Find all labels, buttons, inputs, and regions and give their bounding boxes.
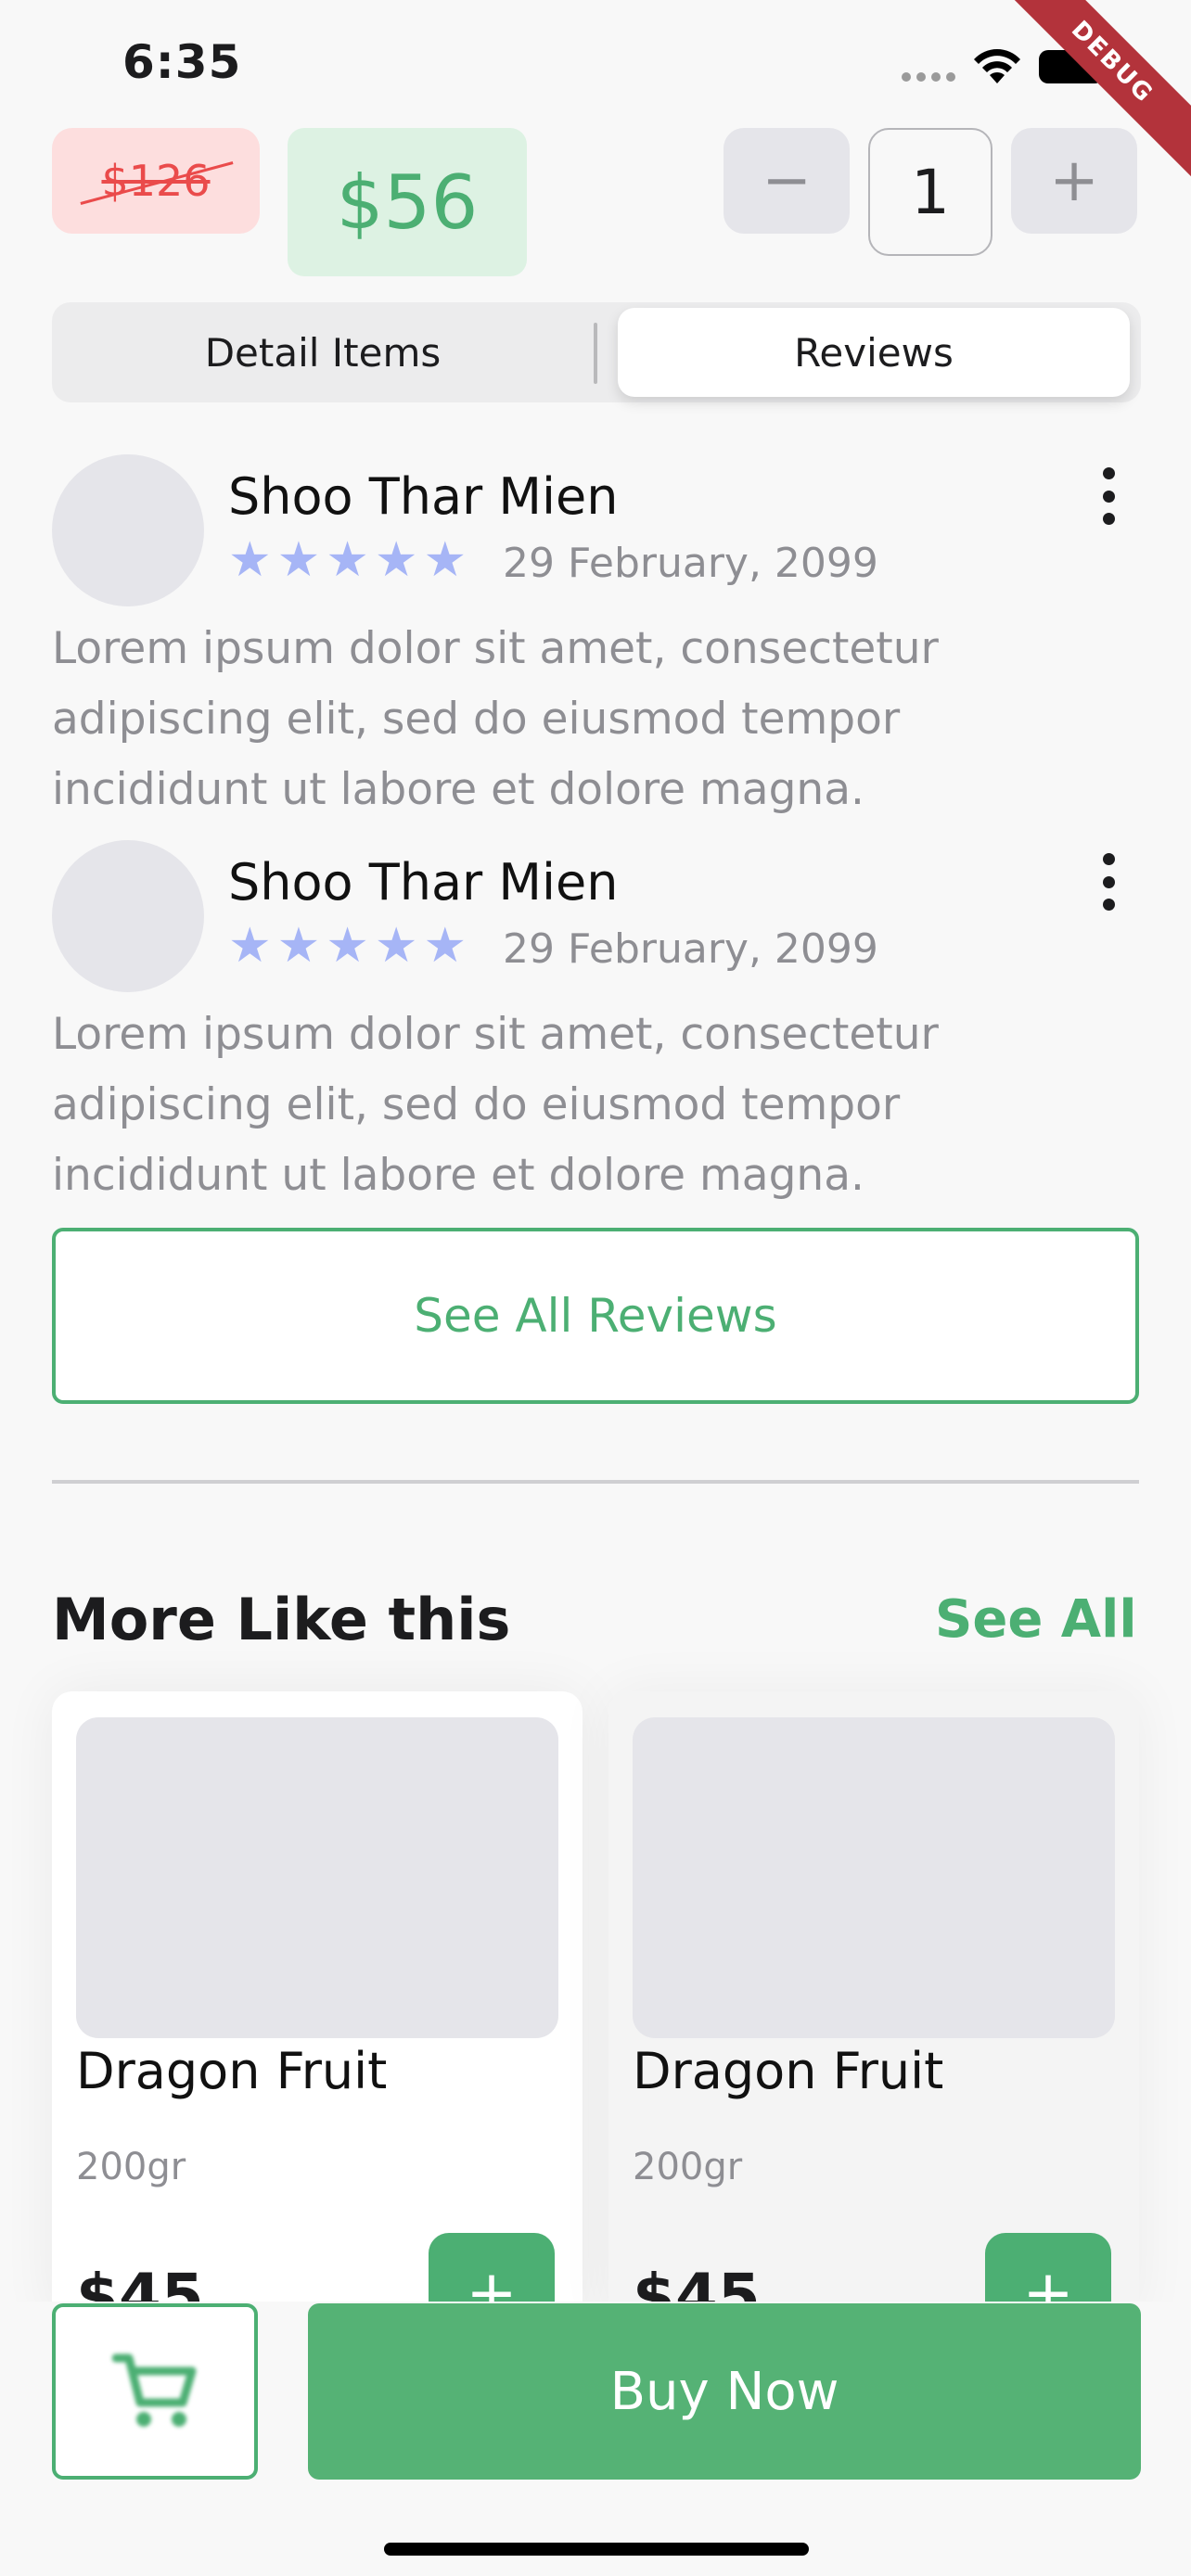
product-card[interactable]: Dragon Fruit 200gr $45 +	[52, 1691, 583, 2344]
cart-icon	[112, 2353, 197, 2427]
original-price: $126	[52, 128, 260, 234]
product-image-placeholder	[76, 1717, 558, 2038]
buy-now-button[interactable]: Buy Now	[308, 2303, 1141, 2480]
star-icon: ★	[374, 532, 418, 588]
tab-reviews[interactable]: Reviews	[618, 308, 1130, 397]
tab-divider	[594, 323, 597, 384]
star-icon: ★	[423, 918, 467, 974]
see-all-reviews-button[interactable]: See All Reviews	[52, 1228, 1139, 1404]
see-all-link[interactable]: See All	[935, 1589, 1137, 1650]
product-weight: 200gr	[76, 2146, 186, 2188]
tab-detail-items[interactable]: Detail Items	[52, 302, 594, 402]
reviewer-avatar	[52, 840, 204, 992]
sale-price: $56	[288, 128, 527, 276]
review-text: Lorem ipsum dolor sit amet, consectetur …	[52, 1009, 939, 1201]
more-options-icon[interactable]	[1093, 853, 1124, 911]
wifi-icon	[974, 49, 1020, 83]
star-icon: ★	[326, 918, 369, 974]
quantity-decrease-button[interactable]: −	[724, 128, 850, 234]
star-icon: ★	[276, 918, 321, 974]
quantity-increase-button[interactable]: +	[1011, 128, 1137, 234]
product-name: Dragon Fruit	[633, 2042, 944, 2100]
rating-stars: ★ ★ ★ ★ ★	[228, 536, 467, 584]
star-icon: ★	[374, 918, 418, 974]
star-icon: ★	[276, 532, 321, 588]
product-weight: 200gr	[633, 2146, 743, 2188]
review-date: 29 February, 2099	[503, 540, 878, 587]
product-name: Dragon Fruit	[76, 2042, 388, 2100]
home-indicator	[384, 2543, 809, 2556]
product-image-placeholder	[633, 1717, 1115, 2038]
section-divider	[52, 1480, 1139, 1484]
review-item: Shoo Thar Mien ★ ★ ★ ★ ★ 29 February, 20…	[0, 840, 1191, 1211]
more-like-this-title: More Like this	[52, 1586, 511, 1653]
detail-review-tabs: Detail Items Reviews	[52, 302, 1141, 402]
reviewer-name: Shoo Thar Mien	[228, 467, 619, 526]
reviewer-avatar	[52, 454, 204, 606]
star-icon: ★	[423, 532, 467, 588]
review-item: Shoo Thar Mien ★ ★ ★ ★ ★ 29 February, 20…	[0, 454, 1191, 825]
status-time: 6:35	[122, 35, 242, 89]
more-options-icon[interactable]	[1093, 467, 1124, 525]
rating-stars: ★ ★ ★ ★ ★	[228, 922, 467, 970]
star-icon: ★	[228, 918, 272, 974]
star-icon: ★	[326, 532, 369, 588]
review-date: 29 February, 2099	[503, 925, 878, 973]
star-icon: ★	[228, 532, 272, 588]
quantity-value: 1	[868, 128, 992, 256]
status-bar: 6:35	[0, 0, 1191, 130]
review-text: Lorem ipsum dolor sit amet, consectetur …	[52, 623, 939, 815]
cellular-signal-icon	[902, 72, 955, 82]
product-card[interactable]: Dragon Fruit 200gr $45 +	[608, 1691, 1139, 2344]
reviewer-name: Shoo Thar Mien	[228, 853, 619, 912]
cart-button[interactable]	[52, 2303, 258, 2480]
